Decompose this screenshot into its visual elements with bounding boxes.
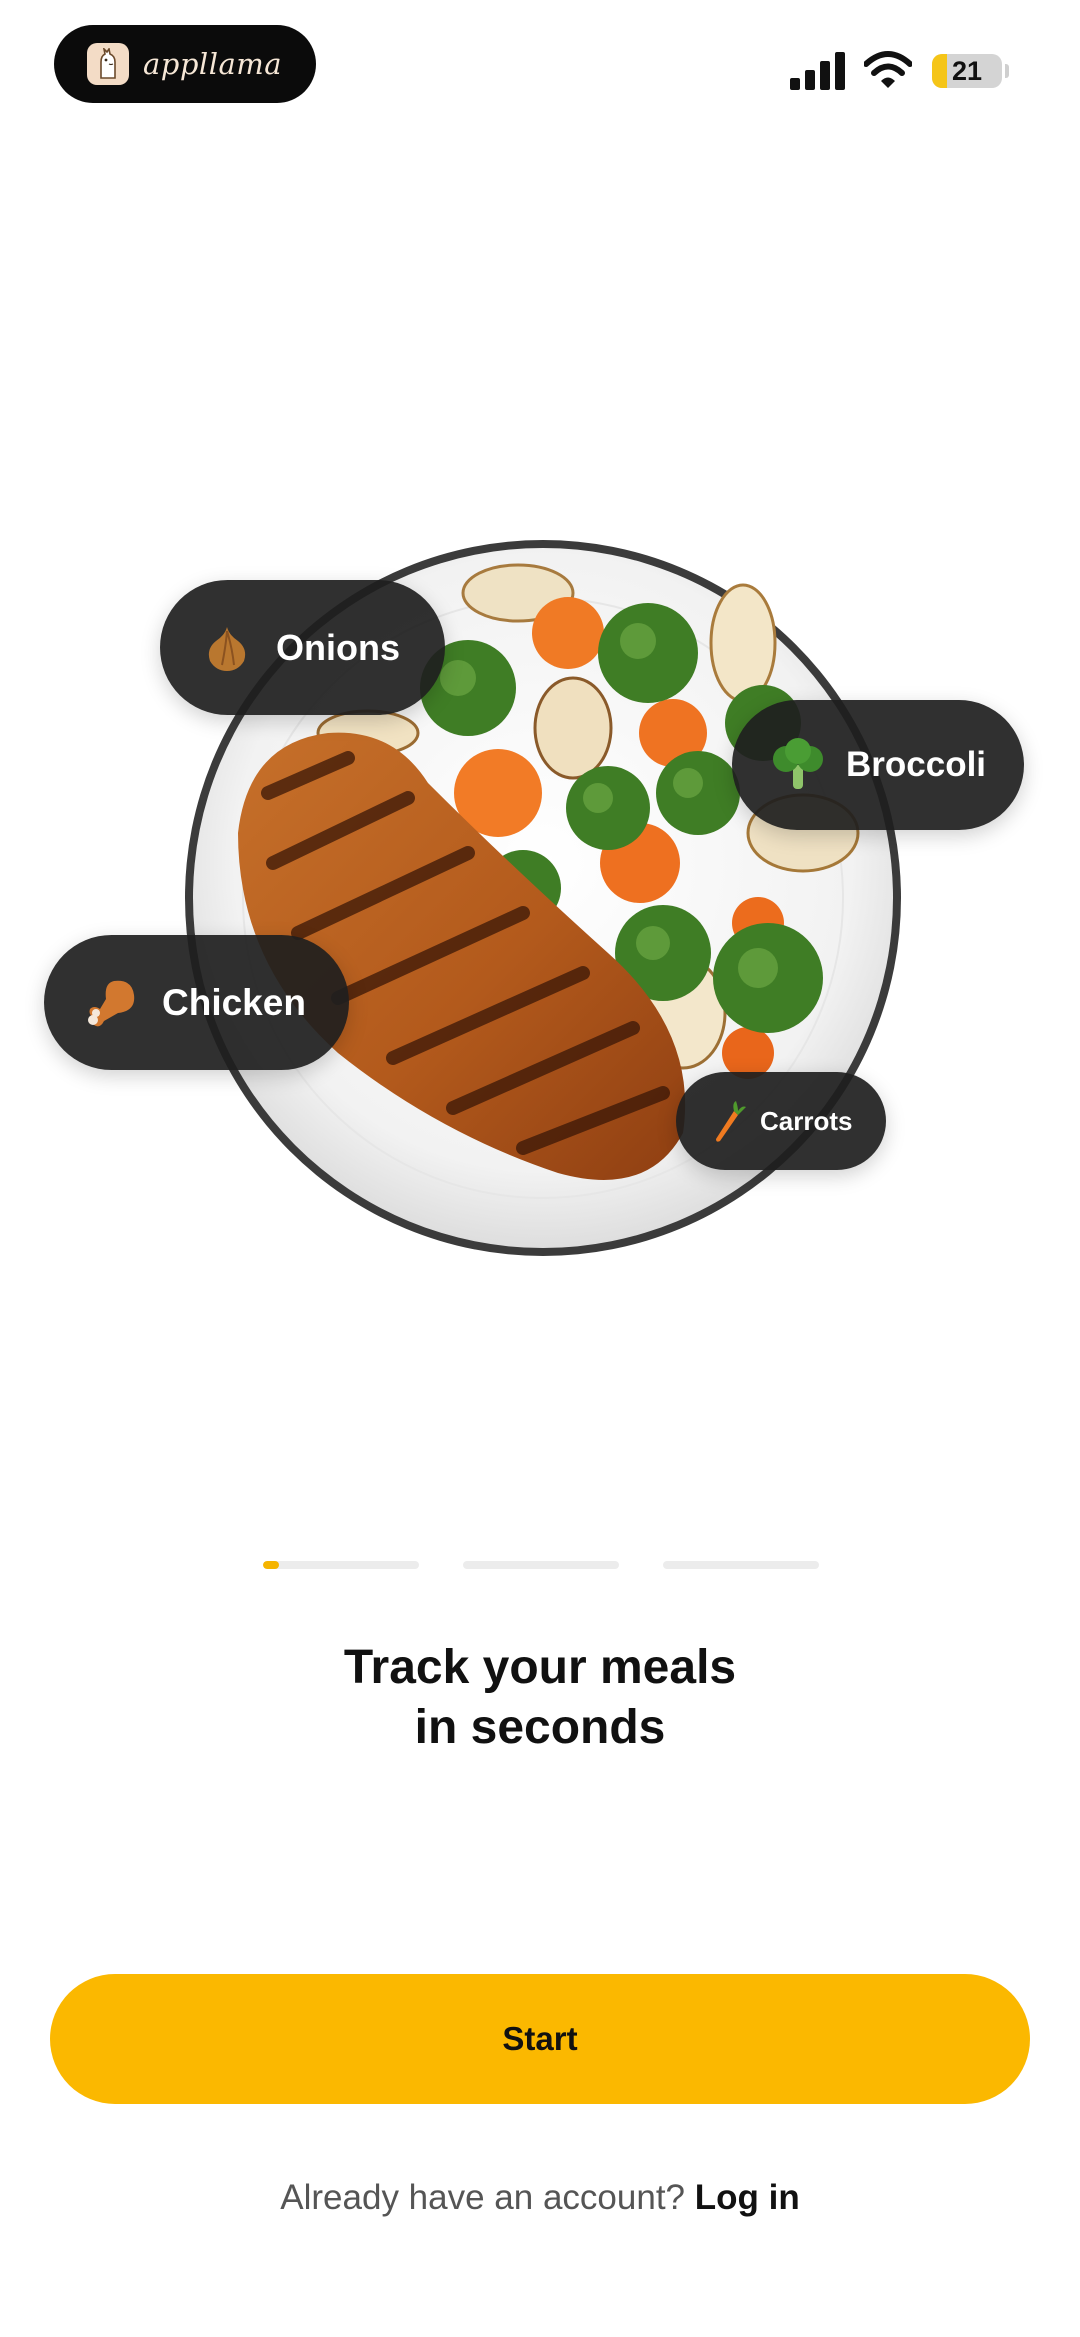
pager-indicator-3 xyxy=(663,1561,819,1569)
brand-name: appllama xyxy=(143,47,283,81)
chip-label: Chicken xyxy=(162,981,306,1023)
login-prompt-text: Already have an account? xyxy=(280,2178,686,2217)
headline-line-1: Track your meals xyxy=(343,1641,737,1694)
pager-indicator-1 xyxy=(263,1561,419,1569)
battery-cap xyxy=(1005,64,1009,78)
pager-progress-fill xyxy=(263,1561,279,1569)
broccoli-icon xyxy=(770,737,826,793)
onion-icon xyxy=(200,621,254,675)
ingredient-chip-broccoli: Broccoli xyxy=(732,700,1024,830)
chip-label: Broccoli xyxy=(846,745,987,784)
wifi-icon xyxy=(864,51,912,88)
log-in-link[interactable]: Log in xyxy=(695,2178,800,2217)
ingredient-chip-chicken: Chicken xyxy=(44,935,349,1070)
onboarding-pager xyxy=(263,1561,819,1569)
llama-logo-icon xyxy=(87,43,129,85)
status-bar: appllama 21 xyxy=(0,0,1080,130)
onboarding-headline: Track your meals in seconds xyxy=(0,1638,1080,1758)
ingredient-chip-onions: Onions xyxy=(160,580,445,715)
carrot-icon xyxy=(710,1099,748,1143)
cellular-signal-icon xyxy=(790,52,845,90)
login-prompt-row: Already have an account? Log in xyxy=(0,2178,1080,2218)
headline-line-2: in seconds xyxy=(414,1701,666,1754)
battery-level-text: 21 xyxy=(951,55,983,86)
battery-icon: 21 xyxy=(932,54,1002,88)
chip-label: Onions xyxy=(276,626,400,668)
brand-badge: appllama xyxy=(54,25,316,103)
drumstick-icon xyxy=(84,975,140,1031)
chip-label: Carrots xyxy=(760,1105,853,1136)
ingredient-chip-carrots: Carrots xyxy=(676,1072,886,1170)
hero-illustration: Onions Broccoli Chicken Carrots xyxy=(0,500,1080,1300)
start-button[interactable]: Start xyxy=(50,1974,1030,2104)
pager-indicator-2 xyxy=(463,1561,619,1569)
